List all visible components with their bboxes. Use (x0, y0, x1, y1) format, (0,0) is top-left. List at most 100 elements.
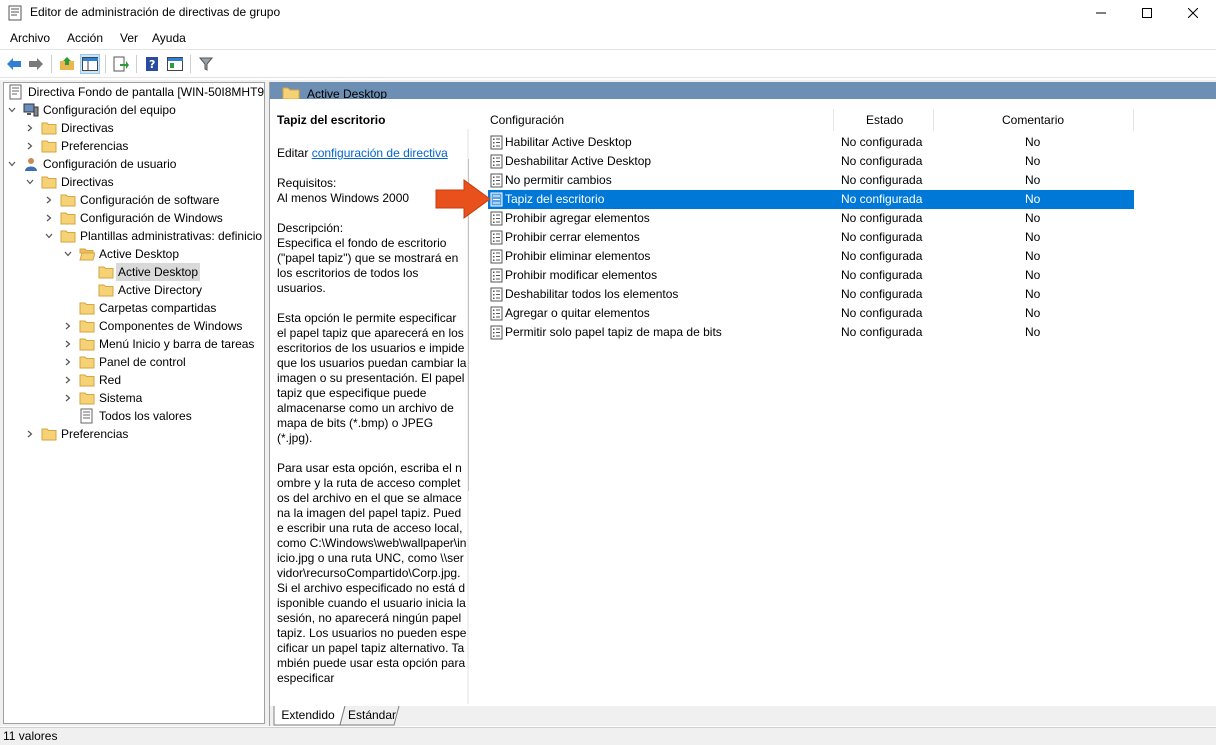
folder-icon (98, 282, 114, 298)
tree-item[interactable]: Configuración del equipo (4, 101, 264, 119)
table-row[interactable]: Prohibir agregar elementos No configurada… (488, 209, 1134, 228)
menu-ayuda[interactable]: Ayuda (152, 31, 186, 45)
chevron-right-icon[interactable] (45, 214, 53, 222)
export-list-button[interactable] (111, 54, 131, 74)
chevron-right-icon[interactable] (64, 340, 72, 348)
tree-item-label: Componentes de Windows (99, 319, 243, 333)
folder-icon (60, 228, 76, 244)
chevron-right-icon[interactable] (64, 322, 72, 330)
menu-archivo[interactable]: Archivo (10, 31, 50, 45)
tree-item[interactable]: Panel de control (4, 353, 264, 371)
table-row[interactable]: Habilitar Active Desktop No configurada No (488, 133, 1134, 152)
tab-estandar[interactable]: Estándar (346, 706, 398, 725)
chevron-right-icon[interactable] (26, 124, 34, 132)
description-para-2: Esta opción le permite especificar el pa… (277, 311, 467, 445)
view-tabs: Extendido Estándar (270, 706, 1216, 726)
row-setting-name: Habilitar Active Desktop (505, 135, 632, 149)
folder-icon (79, 336, 95, 352)
tree-item[interactable]: Preferencias (4, 137, 264, 155)
column-header-configuracion[interactable]: Configuración (490, 109, 564, 133)
tree-item[interactable]: Configuración de software (4, 191, 264, 209)
tree-item[interactable]: Sistema (4, 389, 264, 407)
tree-item[interactable]: Todos los valores (4, 407, 264, 425)
tree-item-label: Active Desktop (116, 263, 201, 281)
description-para-3: Para usar esta opción, escriba el nombre… (277, 461, 467, 685)
folder-icon (41, 138, 57, 154)
tree-item[interactable]: Directivas (4, 173, 264, 191)
tree-item-label: Todos los valores (99, 409, 192, 423)
column-header-estado[interactable]: Estado (866, 109, 903, 133)
chevron-down-icon[interactable] (8, 106, 16, 114)
row-setting-name: Tapiz del escritorio (505, 192, 605, 206)
chevron-right-icon[interactable] (64, 376, 72, 384)
row-comment: No (1025, 230, 1041, 244)
tree-item[interactable]: Red (4, 371, 264, 389)
table-row[interactable]: No permitir cambios No configurada No (488, 171, 1134, 190)
chevron-down-icon[interactable] (26, 178, 34, 186)
chevron-right-icon[interactable] (26, 142, 34, 150)
folder-icon (41, 174, 57, 190)
chevron-right-icon[interactable] (64, 358, 72, 366)
tree-item-label: Configuración del equipo (43, 103, 176, 117)
tree-item[interactable]: Plantillas administrativas: definicio (4, 227, 264, 245)
tree-item[interactable]: Configuración de Windows (4, 209, 264, 227)
tree-item[interactable]: Componentes de Windows (4, 317, 264, 335)
back-button[interactable] (4, 54, 24, 74)
table-row[interactable]: Deshabilitar todos los elementos No confi… (488, 285, 1134, 304)
tree-item[interactable]: Configuración de usuario (4, 155, 264, 173)
tree-item-label: Configuración de usuario (43, 157, 177, 171)
tree-item[interactable]: Carpetas compartidas (4, 299, 264, 317)
folder-icon (98, 264, 114, 280)
main-area: Directiva Fondo de pantalla [WIN-50I8MHT… (0, 80, 1216, 726)
tree-item-label: Sistema (99, 391, 143, 405)
forward-icon (29, 58, 43, 70)
maximize-button[interactable] (1124, 0, 1170, 26)
table-row[interactable]: Tapiz del escritorio No configurada No (488, 190, 1134, 209)
tree-item-label: Active Desktop (99, 247, 180, 261)
table-row[interactable]: Prohibir cerrar elementos No configurada N… (488, 228, 1134, 247)
annotation-arrow-icon (435, 179, 491, 219)
help-button[interactable]: ? (142, 54, 162, 74)
minimize-button[interactable] (1078, 0, 1124, 26)
tree-item[interactable]: Preferencias (4, 425, 264, 443)
close-button[interactable] (1170, 0, 1216, 26)
chevron-down-icon[interactable] (8, 160, 16, 168)
settings-table: Configuración Estado Comentario Habilita… (482, 99, 1216, 704)
row-setting-name: Permitir solo papel tapiz de mapa de bit… (505, 325, 722, 339)
chevron-right-icon[interactable] (26, 430, 34, 438)
show-hide-tree-icon (82, 57, 98, 71)
table-row[interactable]: Permitir solo papel tapiz de mapa de bit… (488, 323, 1134, 342)
chevron-right-icon[interactable] (45, 196, 53, 204)
folder-icon (79, 372, 95, 388)
extended-view-button[interactable] (165, 54, 185, 74)
tree-item[interactable]: Active Directory (4, 281, 264, 299)
forward-button[interactable] (26, 54, 46, 74)
menu-ver[interactable]: Ver (120, 31, 138, 45)
chevron-down-icon[interactable] (45, 232, 53, 240)
tree-item[interactable]: Active Desktop (4, 263, 264, 281)
row-comment: No (1025, 135, 1041, 149)
table-row[interactable]: Agregar o quitar elementos No configurada… (488, 304, 1134, 323)
filter-button[interactable] (196, 54, 216, 74)
show-hide-tree-button[interactable] (80, 54, 100, 74)
tab-extendido[interactable]: Extendido (280, 706, 336, 725)
chevron-down-icon[interactable] (64, 250, 72, 258)
table-row[interactable]: Prohibir modificar elementos No configura… (488, 266, 1134, 285)
policy-setting-icon (490, 306, 504, 321)
tree-item-label: Carpetas compartidas (99, 301, 217, 315)
row-comment: No (1025, 325, 1041, 339)
tree-item-label: Active Directory (118, 283, 203, 297)
tree-item[interactable]: Active Desktop (4, 245, 264, 263)
tree-item[interactable]: Directiva Fondo de pantalla [WIN-50I8MHT… (4, 83, 264, 101)
table-row[interactable]: Prohibir eliminar elementos No configurad… (488, 247, 1134, 266)
row-state: No configurada (841, 192, 923, 206)
tree-item[interactable]: Menú Inicio y barra de tareas (4, 335, 264, 353)
tree-item[interactable]: Directivas (4, 119, 264, 137)
table-row[interactable]: Deshabilitar Active Desktop No configurad… (488, 152, 1134, 171)
edit-policy-link[interactable]: configuración de directiva (312, 146, 448, 160)
folder-icon (79, 390, 95, 406)
up-folder-button[interactable] (57, 54, 77, 74)
chevron-right-icon[interactable] (64, 394, 72, 402)
column-header-comentario[interactable]: Comentario (1002, 109, 1064, 133)
menu-accion[interactable]: Acción (67, 31, 103, 45)
